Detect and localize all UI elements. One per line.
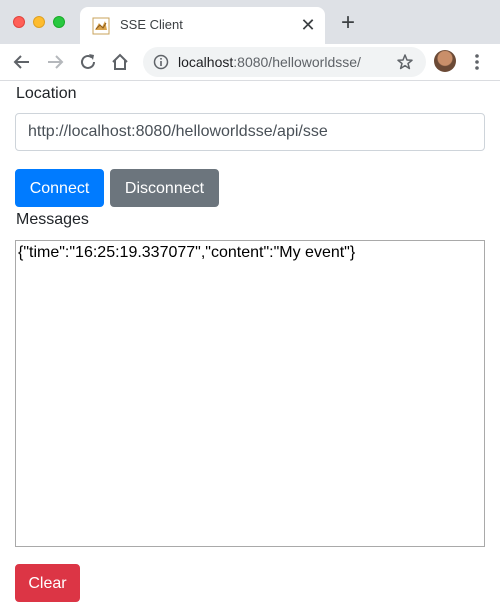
connect-button[interactable]: Connect bbox=[15, 169, 104, 207]
minimize-window-button[interactable] bbox=[33, 16, 45, 28]
tab-close-icon[interactable]: ✕ bbox=[299, 16, 317, 34]
location-input[interactable]: http://localhost:8080/helloworldsse/api/… bbox=[15, 113, 485, 151]
disconnect-button[interactable]: Disconnect bbox=[110, 169, 219, 207]
profile-avatar[interactable] bbox=[434, 50, 456, 72]
messages-label: Messages bbox=[16, 211, 89, 228]
home-icon[interactable] bbox=[109, 51, 131, 73]
maximize-window-button[interactable] bbox=[53, 16, 65, 28]
browser-titlebar: SSE Client ✕ + bbox=[0, 0, 500, 44]
url-text[interactable]: localhost:8080/helloworldsse/ bbox=[178, 54, 361, 70]
address-bar[interactable]: localhost:8080/helloworldsse/ bbox=[143, 47, 426, 77]
messages-textarea[interactable]: {"time":"16:25:19.337077","content":"My … bbox=[15, 240, 485, 547]
clear-button[interactable]: Clear bbox=[15, 564, 80, 602]
close-window-button[interactable] bbox=[13, 16, 25, 28]
forward-arrow-icon[interactable] bbox=[44, 51, 66, 73]
back-arrow-icon[interactable] bbox=[11, 51, 33, 73]
page-content: Location http://localhost:8080/helloworl… bbox=[0, 81, 500, 616]
tab-favicon-icon bbox=[92, 17, 110, 35]
star-icon[interactable] bbox=[396, 53, 414, 71]
url-path: :8080/helloworldsse/ bbox=[233, 54, 361, 70]
reload-icon[interactable] bbox=[77, 51, 99, 73]
browser-tab[interactable]: SSE Client ✕ bbox=[80, 7, 325, 44]
location-label: Location bbox=[16, 85, 77, 102]
url-host: localhost bbox=[178, 54, 234, 70]
new-tab-button[interactable]: + bbox=[337, 11, 359, 35]
info-icon[interactable] bbox=[153, 54, 169, 70]
menu-dots-icon[interactable] bbox=[471, 52, 483, 72]
tab-title: SSE Client bbox=[120, 17, 183, 32]
browser-toolbar: localhost:8080/helloworldsse/ bbox=[0, 44, 500, 81]
